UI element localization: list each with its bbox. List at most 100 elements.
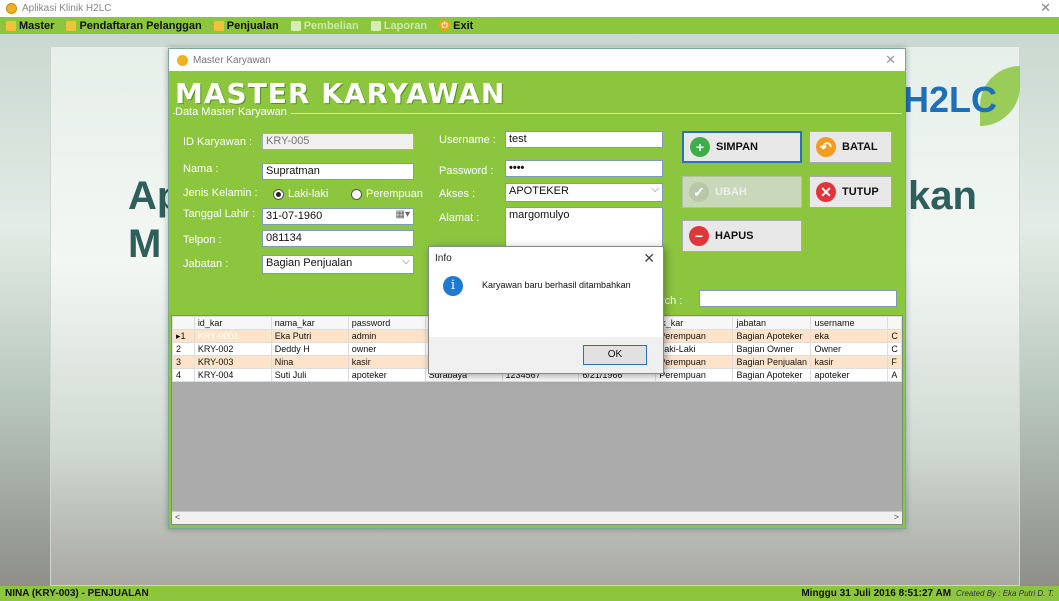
simpan-button[interactable]: + SIMPAN — [682, 131, 802, 163]
grid-cell[interactable]: KRY-002 — [193, 342, 272, 356]
tutup-button[interactable]: ✕ TUTUP — [809, 176, 892, 208]
background-text-m: M — [128, 222, 162, 266]
col-header[interactable]: password — [347, 316, 426, 330]
row-number: 2 — [176, 344, 182, 354]
grid-cell[interactable]: C — [887, 342, 902, 356]
dialog-close-icon[interactable]: ✕ — [643, 250, 655, 267]
minus-icon: − — [689, 226, 709, 246]
grid-cell[interactable]: apoteker — [810, 368, 889, 382]
folder-icon — [6, 20, 16, 31]
grid-cell[interactable]: Suti Juli — [270, 368, 349, 382]
grid-cell[interactable]: Nina — [270, 355, 349, 369]
grid-cell[interactable]: Perempuan — [655, 355, 734, 369]
user-icon — [66, 20, 77, 31]
grid-cell[interactable]: admin — [347, 329, 426, 343]
username-field[interactable]: test — [505, 131, 663, 148]
row-header[interactable]: 3 — [172, 355, 195, 369]
scroll-left-icon[interactable]: < — [175, 512, 180, 522]
grid-cell[interactable]: Deddy H — [270, 342, 349, 356]
grid-cell[interactable]: C — [887, 329, 902, 343]
menu-pendaftaran[interactable]: Pendaftaran Pelanggan — [66, 19, 202, 32]
radio-perempuan[interactable]: Perempuan — [351, 188, 423, 200]
close-icon[interactable]: ✕ — [1040, 0, 1051, 16]
col-header[interactable]: jk_kar — [655, 316, 734, 330]
menu-penjualan[interactable]: Penjualan — [213, 19, 279, 32]
batal-button[interactable]: ↶ BATAL — [809, 131, 892, 163]
row-header[interactable]: 4 — [172, 368, 195, 382]
window-titlebar: Master Karyawan ✕ — [169, 49, 905, 71]
row-header[interactable]: 2 — [172, 342, 195, 356]
grid-cell[interactable]: A — [887, 368, 902, 382]
radio-label: Perempuan — [366, 188, 423, 200]
menu-master[interactable]: Master — [6, 20, 54, 32]
grid-cell[interactable]: owner — [347, 342, 426, 356]
col-header[interactable]: jabatan — [732, 316, 812, 330]
grid-cell[interactable]: Eka Putri — [270, 329, 349, 343]
col-header[interactable]: id_kar — [193, 316, 272, 330]
menu-pembelian: Pembelian — [290, 20, 359, 32]
telp-label: Telpon : — [183, 234, 222, 246]
id-field: KRY-005 — [262, 133, 414, 150]
hapus-button[interactable]: − HAPUS — [682, 220, 802, 252]
menu-exit[interactable]: ⏻ Exit — [439, 20, 473, 32]
search-input[interactable] — [699, 290, 897, 307]
status-datetime: Minggu 31 Juli 2016 8:51:27 AM — [801, 588, 952, 599]
password-label: Password : — [439, 165, 494, 177]
jabatan-select[interactable]: Bagian Penjualan ⌵ — [262, 255, 414, 274]
nama-field[interactable]: Supratman — [262, 163, 414, 180]
horizontal-scrollbar[interactable]: < > — [172, 511, 902, 524]
grid-cell[interactable]: eka — [810, 329, 889, 343]
radio-laki[interactable]: Laki-laki — [273, 188, 328, 200]
grid-cell[interactable]: apoteker — [347, 368, 426, 382]
button-label: HAPUS — [715, 230, 754, 242]
grid-cell[interactable]: Perempuan — [655, 329, 734, 343]
grid-cell[interactable]: F — [887, 355, 902, 369]
row-number: 1 — [180, 330, 186, 341]
akses-select[interactable]: APOTEKER ⌵ — [505, 183, 663, 202]
grid-cell[interactable]: Perempuan — [655, 368, 734, 382]
window-close-icon[interactable]: ✕ — [885, 52, 896, 68]
jk-label: Jenis Kelamin : — [183, 187, 258, 199]
grid-cell[interactable]: kasir — [810, 355, 889, 369]
password-field[interactable]: •••• — [505, 160, 663, 177]
alamat-field[interactable]: margomulyo — [505, 207, 663, 249]
chevron-down-icon: ⌵ — [402, 256, 410, 267]
col-header[interactable] — [887, 316, 902, 330]
akses-label: Akses : — [439, 188, 476, 200]
chevron-down-icon: ⌵ — [651, 184, 659, 195]
grid-cell[interactable]: Bagian Apoteker — [732, 368, 812, 382]
menu-label: Laporan — [383, 19, 428, 32]
grid-cell[interactable]: Laki-Laki — [655, 342, 734, 356]
grid-cell[interactable]: kasir — [347, 355, 426, 369]
grid-cell[interactable]: KRY-004 — [193, 368, 272, 382]
grid-cell[interactable]: Owner — [810, 342, 889, 356]
plus-icon: + — [690, 137, 710, 157]
menu-label: Penjualan — [226, 19, 279, 32]
grid-cell[interactable]: Bagian Apoteker — [732, 329, 812, 343]
close-circle-icon: ✕ — [816, 182, 836, 202]
row-number: 3 — [176, 357, 182, 367]
grid-cell[interactable]: KRY-003 — [193, 355, 272, 369]
info-dialog: Info ✕ i Karyawan baru berhasil ditambah… — [428, 246, 664, 374]
akses-value: APOTEKER — [509, 185, 569, 197]
button-label: SIMPAN — [716, 141, 758, 153]
ok-button[interactable]: OK — [583, 345, 647, 365]
grid-cell[interactable]: Bagian Penjualan — [732, 355, 812, 369]
alamat-label: Alamat : — [439, 212, 480, 224]
menu-bar: Master Pendaftaran Pelanggan Penjualan P… — [0, 17, 1059, 34]
menu-label: Pendaftaran Pelanggan — [79, 19, 202, 32]
col-header[interactable]: nama_kar — [270, 316, 349, 330]
folder-icon — [290, 20, 301, 31]
window-icon — [177, 54, 188, 66]
calendar-icon[interactable]: ▦▾ — [396, 209, 410, 220]
grid-cell[interactable]: KRY-0001 — [193, 329, 272, 343]
grid-cell[interactable]: Bagian Owner — [732, 342, 812, 356]
menu-label: Exit — [453, 19, 474, 32]
info-icon: i — [443, 276, 463, 296]
col-header[interactable]: username — [810, 316, 889, 330]
tgl-field[interactable]: 31-07-1960 ▦▾ — [262, 208, 414, 225]
row-header[interactable]: ▸1 — [172, 329, 195, 343]
status-right: Minggu 31 Juli 2016 8:51:27 AM Created B… — [801, 588, 1054, 599]
telp-field[interactable]: 081134 — [262, 230, 414, 247]
scroll-right-icon[interactable]: > — [894, 512, 899, 522]
